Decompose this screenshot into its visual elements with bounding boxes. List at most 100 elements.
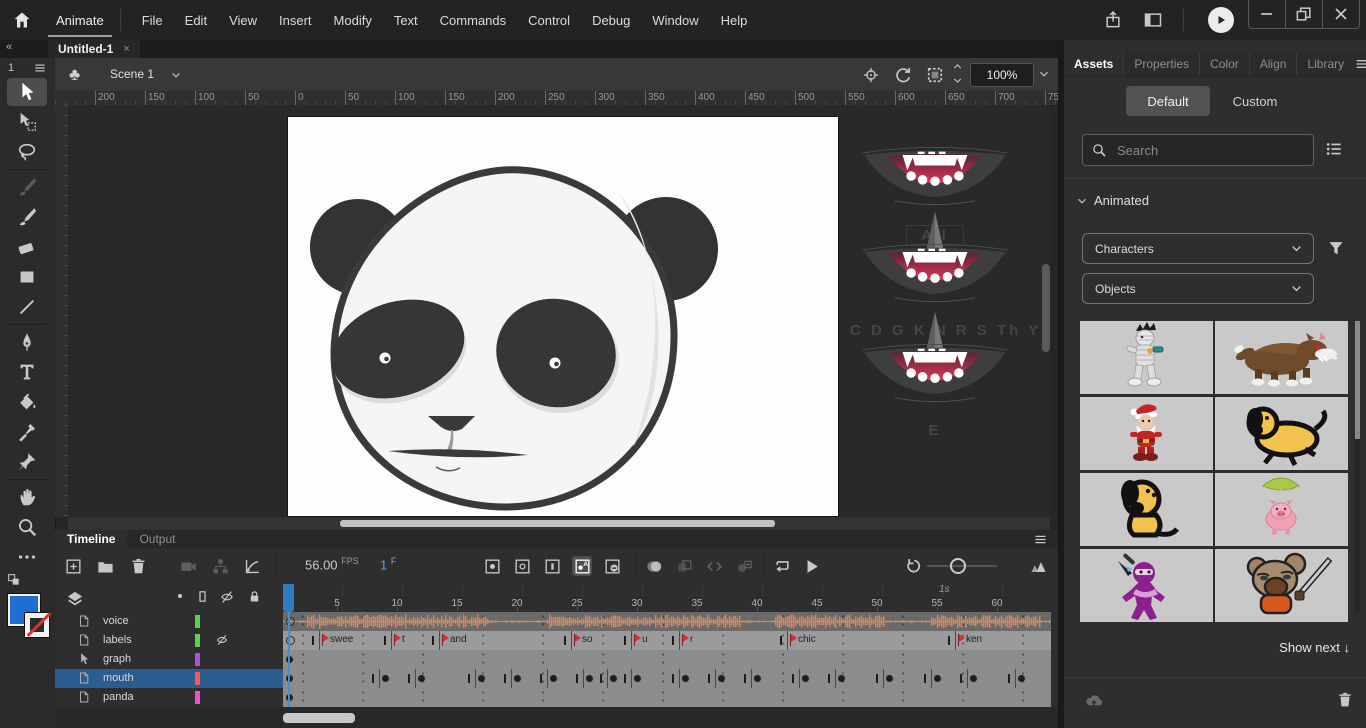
clip-content-icon[interactable]: [925, 65, 945, 85]
tab-align[interactable]: Align: [1249, 52, 1297, 76]
delete-layer-icon[interactable]: [128, 556, 148, 576]
default-colors-icon[interactable]: [6, 572, 22, 588]
layer-row-mouth[interactable]: mouth: [55, 669, 284, 689]
menu-text[interactable]: Text: [383, 13, 429, 28]
asset-santa[interactable]: [1080, 397, 1213, 470]
menu-window[interactable]: Window: [641, 13, 709, 28]
menu-edit[interactable]: Edit: [174, 13, 218, 28]
list-view-icon[interactable]: [1324, 139, 1344, 159]
menu-commands[interactable]: Commands: [429, 13, 517, 28]
current-frame[interactable]: 1 F: [380, 556, 396, 572]
assets-scroll-thumb[interactable]: [1355, 321, 1360, 439]
timeline-scroll-thumb[interactable]: [283, 713, 355, 723]
tab-color[interactable]: Color: [1199, 52, 1249, 76]
eraser-tool[interactable]: [7, 233, 47, 261]
timeline-zoom-knob[interactable]: [950, 558, 966, 574]
create-tween-icon[interactable]: [704, 556, 724, 576]
tab-properties[interactable]: Properties: [1123, 52, 1199, 76]
remove-frame-icon[interactable]: [602, 556, 622, 576]
zoom-step-up-icon[interactable]: [952, 61, 963, 72]
minimize-button[interactable]: [1249, 0, 1285, 28]
asset-mummy[interactable]: [1080, 321, 1213, 394]
eyedropper-tool[interactable]: [7, 418, 47, 446]
delete-asset-icon[interactable]: [1336, 691, 1354, 709]
menu-control[interactable]: Control: [517, 13, 581, 28]
layer-name[interactable]: labels: [103, 634, 132, 646]
collapse-panel-icon[interactable]: «: [6, 41, 12, 53]
layer-row-panda[interactable]: panda: [55, 688, 284, 708]
layer-color-swatch[interactable]: [195, 691, 200, 704]
panel-menu-icon[interactable]: [1354, 56, 1366, 72]
layer-color-swatch[interactable]: [195, 615, 200, 628]
tab-timeline[interactable]: Timeline: [55, 530, 127, 548]
rectangle-tool[interactable]: [7, 263, 47, 291]
stage-horizontal-scrollbar[interactable]: [68, 517, 1050, 530]
play-icon[interactable]: [801, 556, 821, 576]
asset-pig-parachute[interactable]: [1215, 473, 1348, 546]
filter-icon[interactable]: [1326, 238, 1346, 258]
paint-bucket-tool[interactable]: [7, 388, 47, 416]
extend-span-icon[interactable]: [734, 556, 754, 576]
zoom-step-down-icon[interactable]: [952, 75, 963, 86]
auto-keyframe-icon[interactable]: A: [572, 556, 592, 576]
restore-button[interactable]: [1285, 0, 1322, 28]
close-button[interactable]: [1322, 0, 1359, 28]
default-view-button[interactable]: Default: [1126, 86, 1210, 116]
scene-chevron-icon[interactable]: [170, 69, 182, 81]
menu-debug[interactable]: Debug: [581, 13, 641, 28]
custom-view-button[interactable]: Custom: [1210, 86, 1300, 116]
reset-timeline-zoom-icon[interactable]: [903, 556, 923, 576]
center-frame-icon[interactable]: [861, 65, 881, 85]
workspace-icon[interactable]: [1143, 10, 1163, 30]
timeline-scrollbar[interactable]: [55, 707, 1058, 728]
new-folder-icon[interactable]: [95, 556, 115, 576]
stage-vertical-scrollbar[interactable]: [1042, 264, 1050, 352]
line-tool[interactable]: [7, 293, 47, 321]
asset-warp-tool[interactable]: [7, 448, 47, 476]
zoom-level-input[interactable]: 100%: [970, 63, 1034, 87]
subselection-tool[interactable]: [7, 108, 47, 136]
layer-parenting-icon[interactable]: [210, 556, 230, 576]
menu-view[interactable]: View: [218, 13, 268, 28]
timeline-menu-icon[interactable]: [1033, 532, 1048, 547]
animated-section-header[interactable]: Animated: [1076, 193, 1149, 208]
layer-color-swatch[interactable]: [195, 672, 200, 685]
zoom-tool[interactable]: [7, 513, 47, 541]
layer-name[interactable]: graph: [103, 653, 131, 665]
text-tool[interactable]: [7, 358, 47, 386]
tab-assets[interactable]: Assets: [1064, 52, 1123, 76]
panda-artwork[interactable]: [288, 117, 838, 516]
characters-dropdown[interactable]: Characters: [1082, 233, 1314, 264]
menu-modify[interactable]: Modify: [323, 13, 383, 28]
show-all-layers-icon[interactable]: [173, 589, 187, 603]
frame-rate[interactable]: 56.00 FPS: [305, 556, 359, 572]
hand-tool[interactable]: [7, 483, 47, 511]
section-chevron-icon[interactable]: [1076, 195, 1088, 207]
insert-keyframe-icon[interactable]: [482, 556, 502, 576]
outline-view-icon[interactable]: [195, 589, 210, 604]
viseme-3[interactable]: E: [850, 310, 1020, 439]
stage[interactable]: [288, 117, 838, 516]
menu-insert[interactable]: Insert: [268, 13, 323, 28]
layer-row-labels[interactable]: labels: [55, 631, 284, 651]
tab-library[interactable]: Library: [1296, 52, 1354, 76]
document-tab[interactable]: Untitled-1 ×: [48, 40, 140, 58]
stroke-color-swatch[interactable]: [24, 612, 50, 638]
asset-ninja[interactable]: [1080, 549, 1213, 622]
selection-tool[interactable]: [7, 78, 47, 106]
scene-breadcrumb[interactable]: Scene 1: [110, 67, 154, 81]
asset-koala-warrior[interactable]: [1215, 549, 1348, 622]
home-icon[interactable]: [12, 10, 32, 30]
classic-brush-tool[interactable]: [7, 203, 47, 231]
more-tools[interactable]: [7, 543, 47, 571]
zoom-dropdown-icon[interactable]: [1038, 68, 1050, 80]
frame-view-icon[interactable]: [1028, 556, 1048, 576]
objects-dropdown[interactable]: Objects: [1082, 273, 1314, 304]
asset-werewolf[interactable]: [1215, 321, 1348, 394]
frame-strip-voice[interactable]: [283, 612, 1051, 632]
layer-hidden-icon[interactable]: [215, 633, 229, 647]
search-input[interactable]: [1115, 142, 1289, 159]
menu-file[interactable]: File: [131, 13, 174, 28]
test-movie-button[interactable]: [1208, 7, 1234, 33]
layer-row-voice[interactable]: voice: [55, 612, 284, 632]
